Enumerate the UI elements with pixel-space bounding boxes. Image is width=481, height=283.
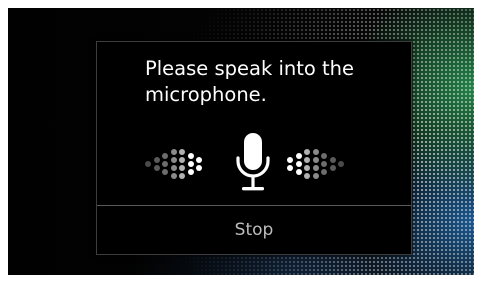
audio-level-dot <box>304 149 310 155</box>
audio-level-indicator <box>97 132 411 194</box>
voice-prompt-dialog: Please speak into the microphone. Stop <box>96 41 412 255</box>
audio-level-dot <box>329 157 336 163</box>
speak-prompt-text: Please speak into the microphone. <box>145 57 355 106</box>
stop-button[interactable]: Stop <box>97 206 411 254</box>
audio-level-dot <box>187 153 194 159</box>
audio-level-dot <box>179 157 185 163</box>
audio-level-dot <box>295 153 302 159</box>
audio-level-right-icon <box>287 149 357 179</box>
audio-level-dot <box>287 157 293 163</box>
audio-level-dot <box>196 165 202 171</box>
audio-level-dot <box>153 165 160 171</box>
audio-level-dot <box>321 169 327 175</box>
audio-level-dot <box>312 157 319 163</box>
voice-recognition-screen: Please speak into the microphone. Stop <box>8 8 474 275</box>
audio-level-dot <box>287 165 293 171</box>
audio-level-dot <box>170 165 177 171</box>
audio-level-dot <box>162 169 168 175</box>
audio-level-dot <box>162 161 168 167</box>
microphone-icon <box>236 133 270 191</box>
audio-level-left-icon <box>145 149 215 179</box>
audio-level-dot <box>304 157 310 163</box>
audio-level-dot <box>312 173 319 179</box>
audio-level-dot <box>338 161 344 167</box>
audio-level-dot <box>170 173 177 179</box>
audio-level-dot <box>187 169 194 175</box>
audio-level-dot <box>170 149 177 155</box>
audio-level-dot <box>179 149 185 155</box>
audio-level-dot <box>145 161 151 167</box>
audio-level-dot <box>295 161 302 167</box>
audio-level-dot <box>329 165 336 171</box>
audio-level-dot <box>321 161 327 167</box>
audio-level-dot <box>304 173 310 179</box>
audio-level-dot <box>179 173 185 179</box>
audio-level-dot <box>162 153 168 159</box>
audio-level-dot <box>179 165 185 171</box>
audio-level-dot <box>187 161 194 167</box>
audio-level-dot <box>312 149 319 155</box>
audio-level-dot <box>295 169 302 175</box>
audio-level-dot <box>321 153 327 159</box>
audio-level-dot <box>170 157 177 163</box>
audio-level-dot <box>196 157 202 163</box>
audio-level-dot <box>153 157 160 163</box>
audio-level-dot <box>312 165 319 171</box>
audio-level-dot <box>304 165 310 171</box>
